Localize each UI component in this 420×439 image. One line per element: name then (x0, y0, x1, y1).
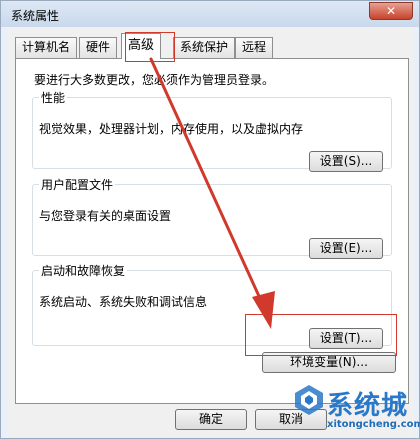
watermark-logo-icon (295, 385, 323, 415)
watermark-domain: xitongcheng.com (327, 419, 420, 430)
system-properties-window: 系统属性 ✕ 计算机名 硬件 高级 系统保护 远程 要进行大多数更改，您必须作为… (0, 0, 420, 439)
title-bar[interactable]: 系统属性 ✕ (1, 1, 419, 27)
tab-computer-name[interactable]: 计算机名 (15, 37, 78, 58)
window-title: 系统属性 (11, 9, 60, 23)
user-profiles-description: 与您登录有关的桌面设置 (39, 209, 172, 223)
tab-highlight-box (125, 32, 175, 62)
performance-settings-button[interactable]: 设置(S)... (309, 151, 383, 172)
startup-recovery-legend: 启动和故障恢复 (41, 264, 126, 278)
performance-description: 视觉效果，处理器计划，内存使用，以及虚拟内存 (39, 122, 304, 136)
ok-button[interactable]: 确定 (175, 409, 247, 430)
dialog-body: 计算机名 硬件 高级 系统保护 远程 要进行大多数更改，您必须作为管理员登录。 … (7, 27, 413, 437)
env-button-highlight-box (245, 314, 397, 356)
tab-label: 计算机名 (22, 40, 71, 54)
tab-system-protection[interactable]: 系统保护 (173, 37, 236, 58)
tab-remote[interactable]: 远程 (235, 37, 274, 58)
user-profiles-legend: 用户配置文件 (41, 178, 114, 192)
performance-group: 性能 视觉效果，处理器计划，内存使用，以及虚拟内存 设置(S)... (32, 89, 392, 172)
admin-notice: 要进行大多数更改，您必须作为管理员登录。 (34, 73, 275, 87)
watermark: 系统城 xitongcheng.com (293, 379, 420, 437)
close-button[interactable]: ✕ (369, 2, 413, 20)
watermark-brand: 系统城 (327, 391, 409, 421)
tab-label: 硬件 (86, 40, 111, 54)
close-icon: ✕ (385, 4, 397, 18)
startup-recovery-description: 系统启动、系统失败和调试信息 (39, 295, 208, 309)
tab-label: 系统保护 (180, 40, 229, 54)
user-profiles-group: 用户配置文件 与您登录有关的桌面设置 设置(E)... (32, 176, 392, 259)
tab-label: 远程 (242, 40, 267, 54)
tab-hardware[interactable]: 硬件 (79, 37, 118, 58)
performance-legend: 性能 (41, 91, 66, 105)
user-profiles-settings-button[interactable]: 设置(E)... (309, 238, 383, 259)
